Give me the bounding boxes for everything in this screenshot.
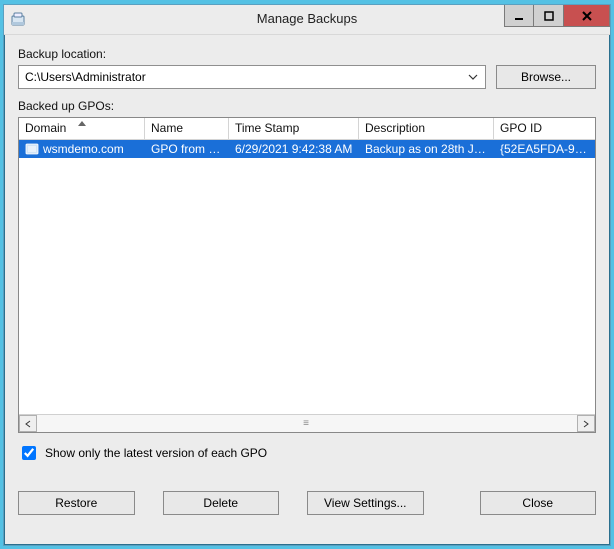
backed-up-gpos-label: Backed up GPOs: [18, 99, 596, 113]
show-latest-only-label: Show only the latest version of each GPO [45, 446, 267, 460]
column-header-timestamp[interactable]: Time Stamp [229, 118, 359, 140]
table-row[interactable]: wsmdemo.com GPO from GP... 6/29/2021 9:4… [19, 140, 595, 158]
scroll-grip-icon: ≡ [303, 418, 311, 429]
cell-name: GPO from GP... [145, 142, 229, 156]
cell-gpo-id: {52EA5FDA-95... [494, 142, 595, 156]
scroll-left-button[interactable] [19, 415, 37, 432]
sort-ascending-icon [78, 121, 86, 126]
title-bar: Manage Backups [4, 5, 610, 35]
close-window-button[interactable] [564, 5, 610, 27]
column-header-description[interactable]: Description [359, 118, 494, 140]
close-button[interactable]: Close [480, 491, 597, 515]
view-settings-button[interactable]: View Settings... [307, 491, 424, 515]
manage-backups-window: Manage Backups Backup location: C:\Users… [3, 4, 611, 546]
chevron-down-icon [465, 69, 481, 85]
cell-timestamp: 6/29/2021 9:42:38 AM [229, 142, 359, 156]
backup-location-value: C:\Users\Administrator [25, 70, 146, 84]
cell-description: Backup as on 28th July [359, 142, 494, 156]
horizontal-scrollbar[interactable]: ≡ [19, 414, 595, 432]
listview-body[interactable]: wsmdemo.com GPO from GP... 6/29/2021 9:4… [19, 140, 595, 414]
column-header-gpo-id[interactable]: GPO ID [494, 118, 595, 140]
delete-button[interactable]: Delete [163, 491, 280, 515]
restore-button[interactable]: Restore [18, 491, 135, 515]
browse-button[interactable]: Browse... [496, 65, 596, 89]
gpo-item-icon [25, 142, 39, 156]
maximize-button[interactable] [534, 5, 564, 27]
column-header-name[interactable]: Name [145, 118, 229, 140]
gpo-listview: Domain Name Time Stamp Description GPO I… [18, 117, 596, 433]
scroll-track[interactable]: ≡ [37, 415, 577, 432]
listview-header: Domain Name Time Stamp Description GPO I… [19, 118, 595, 140]
backup-location-label: Backup location: [18, 47, 596, 61]
column-header-domain[interactable]: Domain [19, 118, 145, 140]
window-controls [504, 5, 610, 27]
minimize-button[interactable] [504, 5, 534, 27]
scroll-right-button[interactable] [577, 415, 595, 432]
show-latest-only-checkbox[interactable] [22, 446, 36, 460]
backup-location-combo[interactable]: C:\Users\Administrator [18, 65, 486, 89]
cell-domain: wsmdemo.com [43, 142, 124, 156]
